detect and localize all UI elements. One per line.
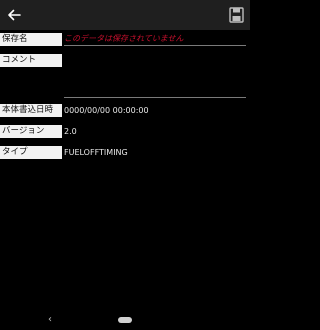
written-datetime-value: 0000/00/00 00:00:00 [64, 106, 149, 115]
type-label: タイプ [0, 146, 62, 159]
save-name-row: 保存名 このデータは保存されていません [0, 33, 250, 46]
type-value: FUELOFFTIMING [64, 148, 128, 157]
save-icon[interactable] [229, 7, 244, 23]
app-bar [0, 0, 250, 30]
save-name-placeholder: このデータは保存されていません [64, 34, 184, 43]
save-name-label: 保存名 [0, 33, 62, 46]
version-row: バージョン 2.0 [0, 125, 250, 138]
system-navigation-bar: ‹ [0, 310, 250, 330]
comment-label: コメント [0, 54, 62, 67]
nav-home-pill[interactable] [118, 317, 132, 323]
type-row: タイプ FUELOFFTIMING [0, 146, 250, 159]
back-arrow-icon[interactable] [6, 7, 22, 23]
version-label: バージョン [0, 125, 62, 138]
version-value: 2.0 [64, 127, 77, 136]
nav-back-icon[interactable]: ‹ [48, 314, 52, 326]
comment-input[interactable] [64, 60, 246, 98]
written-datetime-row: 本体書込日時 0000/00/00 00:00:00 [0, 104, 250, 117]
save-name-input[interactable]: このデータは保存されていません [64, 33, 246, 46]
written-datetime-label: 本体書込日時 [0, 104, 62, 117]
